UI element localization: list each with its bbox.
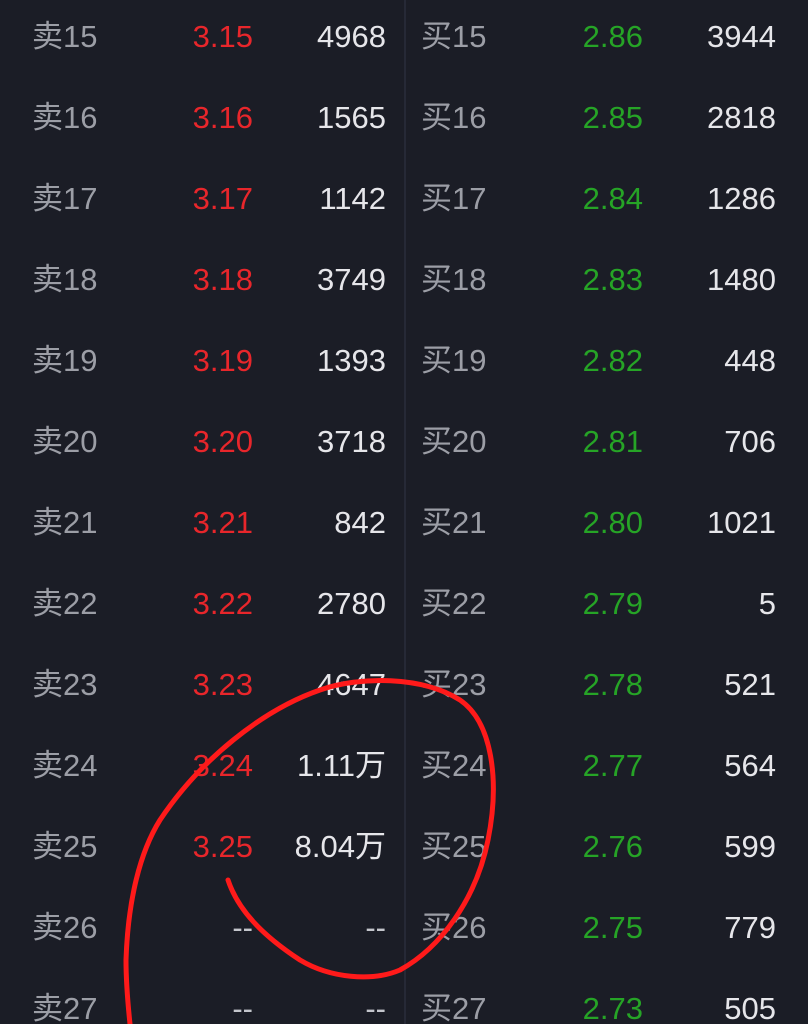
bid-level-label: 买23: [421, 667, 487, 702]
bid-price: 2.85: [582, 100, 643, 135]
ask-volume: 3718: [317, 424, 386, 459]
ask-volume: 4968: [317, 19, 386, 54]
order-book-row[interactable]: 卖16 3.16 1565 买16 2.85 2818: [0, 81, 808, 162]
bid-volume: 706: [724, 424, 776, 459]
bid-price: 2.79: [582, 586, 643, 621]
ask-level-label: 卖18: [32, 262, 98, 297]
bid-price: 2.75: [582, 910, 643, 945]
bid-volume: 1021: [707, 505, 776, 540]
ask-volume: 3749: [317, 262, 386, 297]
bid-volume: 505: [724, 991, 776, 1024]
ask-volume: 8.04万: [294, 829, 386, 864]
ask-volume: 1393: [317, 343, 386, 378]
bid-level-label: 买15: [421, 19, 487, 54]
ask-price: 3.18: [192, 262, 253, 297]
bid-price: 2.81: [582, 424, 643, 459]
ask-price: 3.25: [192, 829, 253, 864]
ask-level-label: 卖27: [32, 991, 98, 1024]
bid-volume: 5: [758, 586, 776, 621]
bid-level-label: 买16: [421, 100, 487, 135]
bid-level-label: 买18: [421, 262, 487, 297]
bid-price: 2.84: [582, 181, 643, 216]
order-book-row[interactable]: 卖26 -- -- 买26 2.75 779: [0, 891, 808, 972]
order-book-row[interactable]: 卖17 3.17 1142 买17 2.84 1286: [0, 162, 808, 243]
order-book-row[interactable]: 卖19 3.19 1393 买19 2.82 448: [0, 324, 808, 405]
ask-price: 3.17: [192, 181, 253, 216]
ask-volume: --: [365, 991, 386, 1024]
ask-price: 3.19: [192, 343, 253, 378]
order-book-row[interactable]: 卖20 3.20 3718 买20 2.81 706: [0, 405, 808, 486]
ask-volume: 842: [334, 505, 386, 540]
ask-level-label: 卖21: [32, 505, 98, 540]
bid-price: 2.80: [582, 505, 643, 540]
ask-level-label: 卖22: [32, 586, 98, 621]
ask-price: 3.22: [192, 586, 253, 621]
ask-level-label: 卖25: [32, 829, 98, 864]
ask-price: 3.15: [192, 19, 253, 54]
ask-level-label: 卖19: [32, 343, 98, 378]
ask-level-label: 卖15: [32, 19, 98, 54]
bid-volume: 1480: [707, 262, 776, 297]
bid-level-label: 买27: [421, 991, 487, 1024]
bid-volume: 1286: [707, 181, 776, 216]
ask-volume: 4647: [317, 667, 386, 702]
ask-volume: 1142: [319, 181, 386, 216]
order-book-row[interactable]: 卖24 3.24 1.11万 买24 2.77 564: [0, 729, 808, 810]
order-book-row[interactable]: 卖15 3.15 4968 买15 2.86 3944: [0, 0, 808, 81]
order-book-row[interactable]: 卖18 3.18 3749 买18 2.83 1480: [0, 243, 808, 324]
ask-level-label: 卖17: [32, 181, 98, 216]
bid-level-label: 买17: [421, 181, 487, 216]
bid-price: 2.83: [582, 262, 643, 297]
ask-price: 3.23: [192, 667, 253, 702]
bid-volume: 2818: [707, 100, 776, 135]
bid-volume: 521: [724, 667, 776, 702]
bid-level-label: 买22: [421, 586, 487, 621]
bid-volume: 779: [724, 910, 776, 945]
bid-volume: 564: [724, 748, 776, 783]
bid-volume: 599: [724, 829, 776, 864]
ask-level-label: 卖26: [32, 910, 98, 945]
order-book-row[interactable]: 卖22 3.22 2780 买22 2.79 5: [0, 567, 808, 648]
ask-price: 3.20: [192, 424, 253, 459]
order-book-row[interactable]: 卖25 3.25 8.04万 买25 2.76 599: [0, 810, 808, 891]
ask-volume: 1.11万: [296, 748, 386, 783]
ask-volume: 1565: [317, 100, 386, 135]
bid-level-label: 买19: [421, 343, 487, 378]
bid-level-label: 买26: [421, 910, 487, 945]
ask-price: 3.21: [192, 505, 253, 540]
bid-level-label: 买24: [421, 748, 487, 783]
bid-level-label: 买25: [421, 829, 487, 864]
ask-price: 3.24: [192, 748, 253, 783]
bid-price: 2.86: [582, 19, 643, 54]
bid-volume: 3944: [707, 19, 776, 54]
order-book-row[interactable]: 卖23 3.23 4647 买23 2.78 521: [0, 648, 808, 729]
order-book: 卖15 3.15 4968 买15 2.86 3944 卖16 3.16 156…: [0, 0, 808, 1024]
ask-level-label: 卖23: [32, 667, 98, 702]
order-book-row[interactable]: 卖27 -- -- 买27 2.73 505: [0, 972, 808, 1024]
bid-price: 2.73: [582, 991, 643, 1024]
order-book-row[interactable]: 卖21 3.21 842 买21 2.80 1021: [0, 486, 808, 567]
ask-level-label: 卖24: [32, 748, 98, 783]
ask-price: 3.16: [192, 100, 253, 135]
bid-price: 2.78: [582, 667, 643, 702]
ask-price: --: [232, 991, 253, 1024]
bid-price: 2.77: [582, 748, 643, 783]
bid-level-label: 买20: [421, 424, 487, 459]
bid-volume: 448: [724, 343, 776, 378]
bid-level-label: 买21: [421, 505, 487, 540]
bid-price: 2.76: [582, 829, 643, 864]
ask-level-label: 卖16: [32, 100, 98, 135]
ask-level-label: 卖20: [32, 424, 98, 459]
ask-volume: 2780: [317, 586, 386, 621]
bid-price: 2.82: [582, 343, 643, 378]
ask-price: --: [232, 910, 253, 945]
ask-volume: --: [365, 910, 386, 945]
